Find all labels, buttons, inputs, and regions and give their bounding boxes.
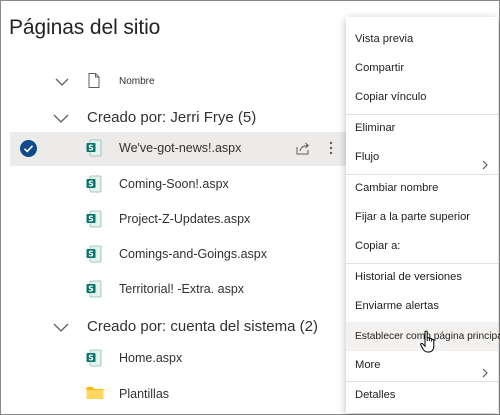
menu-item-flow-label: Flujo bbox=[355, 151, 380, 163]
group-title: Creado por: Jerri Frye (5) bbox=[87, 109, 257, 126]
sitepage-icon: S bbox=[86, 245, 102, 268]
svg-text:S: S bbox=[88, 214, 93, 223]
menu-item-more-label: More bbox=[355, 359, 381, 371]
chevron-down-icon[interactable] bbox=[53, 320, 69, 338]
svg-text:S: S bbox=[88, 284, 93, 293]
sitepage-icon: S bbox=[86, 139, 102, 162]
column-name-header[interactable]: Nombre bbox=[119, 76, 155, 87]
file-name[interactable]: Territorial! -Extra. aspx bbox=[119, 282, 244, 296]
collapse-all-chevron-icon[interactable] bbox=[55, 74, 69, 92]
svg-text:S: S bbox=[88, 143, 93, 152]
menu-item-flow[interactable]: Flujo bbox=[346, 143, 498, 172]
svg-text:S: S bbox=[88, 179, 93, 188]
chevron-down-icon[interactable] bbox=[53, 111, 69, 129]
list-item[interactable]: S We've-got-news!.aspx bbox=[10, 132, 350, 166]
menu-item-copy-link[interactable]: Copiar vínculo bbox=[346, 83, 498, 112]
file-name[interactable]: Coming-Soon!.aspx bbox=[119, 177, 229, 191]
menu-item-copy-to[interactable]: Copiar a: bbox=[346, 232, 498, 261]
group-title: Creado por: cuenta del sistema (2) bbox=[87, 318, 318, 335]
folder-icon bbox=[86, 385, 104, 405]
more-options-icon[interactable] bbox=[329, 141, 333, 160]
file-name[interactable]: Comings-and-Goings.aspx bbox=[119, 247, 267, 261]
menu-item-details[interactable]: Detalles bbox=[346, 381, 498, 410]
menu-item-share[interactable]: Compartir bbox=[346, 54, 498, 83]
file-name[interactable]: Project-Z-Updates.aspx bbox=[119, 212, 250, 226]
sitepage-icon: S bbox=[86, 175, 102, 198]
file-type-icon[interactable] bbox=[88, 73, 100, 93]
svg-text:S: S bbox=[88, 353, 93, 362]
hand-cursor-icon bbox=[420, 330, 438, 359]
file-name[interactable]: We've-got-news!.aspx bbox=[119, 141, 241, 155]
menu-item-pin-to-top[interactable]: Fijar a la parte superior bbox=[346, 203, 498, 232]
menu-item-version-history[interactable]: Historial de versiones bbox=[346, 263, 498, 292]
menu-item-preview[interactable]: Vista previa bbox=[346, 25, 498, 54]
selected-check-icon[interactable] bbox=[20, 140, 37, 157]
share-icon[interactable] bbox=[296, 141, 311, 160]
sitepage-icon: S bbox=[86, 210, 102, 233]
sitepage-icon: S bbox=[86, 280, 102, 303]
menu-item-rename[interactable]: Cambiar nombre bbox=[346, 174, 498, 203]
svg-text:S: S bbox=[88, 249, 93, 258]
file-name[interactable]: Plantillas bbox=[119, 387, 169, 401]
sitepage-icon: S bbox=[86, 349, 102, 372]
menu-item-alert-me[interactable]: Enviarme alertas bbox=[346, 292, 498, 321]
page-title: Páginas del sitio bbox=[9, 16, 161, 39]
file-name[interactable]: Home.aspx bbox=[119, 351, 182, 365]
menu-item-delete[interactable]: Eliminar bbox=[346, 114, 498, 143]
